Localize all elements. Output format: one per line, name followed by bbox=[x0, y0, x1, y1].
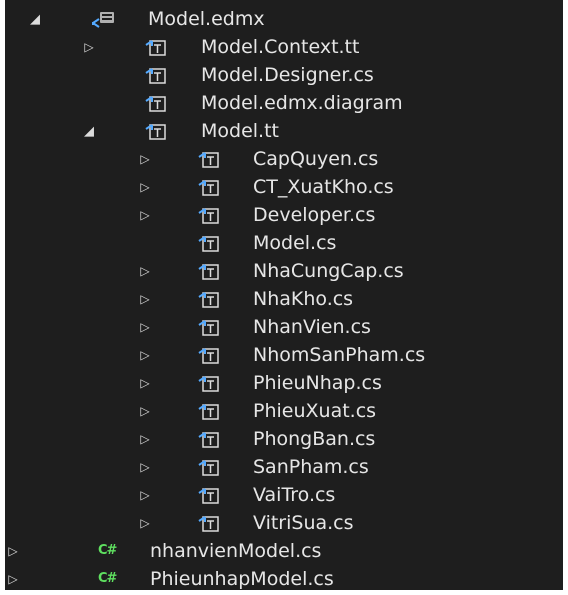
tree-item-model-context-tt[interactable]: ▷ Model.Context.tt bbox=[5, 33, 563, 61]
text-template-icon bbox=[198, 292, 219, 308]
text-template-icon bbox=[145, 96, 166, 112]
text-template-icon bbox=[198, 320, 219, 336]
collapse-arrow-icon[interactable]: ▷ bbox=[137, 145, 153, 173]
tree-item-label: PhieuNhap.cs bbox=[253, 372, 382, 394]
tree-item-nhacungcap-cs[interactable]: ▷ NhaCungCap.cs bbox=[5, 257, 563, 285]
tree-item-phieunhap-model[interactable]: ▷ C# PhieunhapModel.cs bbox=[5, 565, 563, 590]
collapse-arrow-icon[interactable]: ▷ bbox=[137, 257, 153, 285]
collapse-arrow-icon[interactable]: ▷ bbox=[137, 425, 153, 453]
solution-explorer-tree: ◢ Model.edmx ▷ Model.Context.tt Model.De… bbox=[5, 0, 563, 590]
collapse-arrow-icon[interactable]: ▷ bbox=[137, 397, 153, 425]
collapse-arrow-icon[interactable]: ▷ bbox=[137, 341, 153, 369]
text-template-icon bbox=[198, 460, 219, 476]
collapse-arrow-icon[interactable]: ▷ bbox=[137, 509, 153, 537]
tree-item-label: NhaCungCap.cs bbox=[253, 260, 404, 282]
text-template-icon bbox=[198, 348, 219, 364]
text-template-icon bbox=[145, 40, 166, 56]
text-template-icon bbox=[198, 180, 219, 196]
tree-item-nhanvien-cs[interactable]: ▷ NhanVien.cs bbox=[5, 313, 563, 341]
tree-item-model-edmx[interactable]: ◢ Model.edmx bbox=[5, 5, 563, 33]
text-template-icon bbox=[198, 404, 219, 420]
tree-item-label: VitriSua.cs bbox=[253, 512, 354, 534]
text-template-icon bbox=[145, 68, 166, 84]
text-template-icon bbox=[198, 208, 219, 224]
tree-item-label: Model.tt bbox=[201, 120, 279, 142]
text-template-icon bbox=[145, 124, 166, 140]
tree-item-phieuxuat-cs[interactable]: ▷ PhieuXuat.cs bbox=[5, 397, 563, 425]
tree-item-nhanvien-model[interactable]: ▷ C# nhanvienModel.cs bbox=[5, 537, 563, 565]
tree-item-label: Model.Context.tt bbox=[201, 36, 360, 58]
tree-item-label: NhaKho.cs bbox=[253, 288, 354, 310]
tree-item-model-designer[interactable]: Model.Designer.cs bbox=[5, 61, 563, 89]
text-template-icon bbox=[198, 432, 219, 448]
collapse-arrow-icon[interactable]: ▷ bbox=[137, 285, 153, 313]
text-template-icon bbox=[198, 264, 219, 280]
csharp-file-icon: C# bbox=[98, 571, 117, 586]
text-template-icon bbox=[198, 516, 219, 532]
tree-item-capquyen-cs[interactable]: ▷ CapQuyen.cs bbox=[5, 145, 563, 173]
text-template-icon bbox=[198, 488, 219, 504]
collapse-arrow-icon[interactable]: ▷ bbox=[81, 33, 97, 61]
collapse-arrow-icon[interactable]: ▷ bbox=[137, 481, 153, 509]
collapse-arrow-icon[interactable]: ▷ bbox=[5, 565, 21, 590]
tree-item-label: PhieuXuat.cs bbox=[253, 400, 377, 422]
tree-item-model-edmx-diagram[interactable]: Model.edmx.diagram bbox=[5, 89, 563, 117]
tree-item-model-tt[interactable]: ◢ Model.tt bbox=[5, 117, 563, 145]
tree-item-label: PhieunhapModel.cs bbox=[150, 568, 334, 590]
tree-item-label: Model.edmx bbox=[148, 8, 265, 30]
tree-item-label: SanPham.cs bbox=[253, 456, 369, 478]
tree-item-vitrisua-cs[interactable]: ▷ VitriSua.cs bbox=[5, 509, 563, 537]
collapse-arrow-icon[interactable]: ▷ bbox=[137, 173, 153, 201]
tree-item-vaitro-cs[interactable]: ▷ VaiTro.cs bbox=[5, 481, 563, 509]
tree-item-label: CT_XuatKho.cs bbox=[253, 176, 394, 198]
tree-item-ct-xuatkho-cs[interactable]: ▷ CT_XuatKho.cs bbox=[5, 173, 563, 201]
expand-arrow-icon[interactable]: ◢ bbox=[27, 5, 43, 33]
text-template-icon bbox=[198, 152, 219, 168]
tree-item-developer-cs[interactable]: ▷ Developer.cs bbox=[5, 201, 563, 229]
edmx-model-icon bbox=[92, 12, 114, 28]
collapse-arrow-icon[interactable]: ▷ bbox=[137, 369, 153, 397]
tree-item-label: CapQuyen.cs bbox=[253, 148, 379, 170]
tree-item-phongban-cs[interactable]: ▷ PhongBan.cs bbox=[5, 425, 563, 453]
collapse-arrow-icon[interactable]: ▷ bbox=[5, 537, 21, 565]
tree-item-label: Developer.cs bbox=[253, 204, 376, 226]
expand-arrow-icon[interactable]: ◢ bbox=[81, 117, 97, 145]
tree-item-label: NhomSanPham.cs bbox=[253, 344, 426, 366]
tree-item-label: Model.Designer.cs bbox=[201, 64, 374, 86]
text-template-icon bbox=[198, 376, 219, 392]
csharp-file-icon: C# bbox=[98, 543, 117, 558]
tree-item-label: NhanVien.cs bbox=[253, 316, 371, 338]
tree-item-phieunhap-cs[interactable]: ▷ PhieuNhap.cs bbox=[5, 369, 563, 397]
tree-item-label: VaiTro.cs bbox=[253, 484, 336, 506]
text-template-icon bbox=[198, 236, 219, 252]
tree-item-label: PhongBan.cs bbox=[253, 428, 376, 450]
collapse-arrow-icon[interactable]: ▷ bbox=[137, 201, 153, 229]
tree-item-sanpham-cs[interactable]: ▷ SanPham.cs bbox=[5, 453, 563, 481]
tree-item-label: Model.cs bbox=[253, 232, 337, 254]
tree-item-nhakho-cs[interactable]: ▷ NhaKho.cs bbox=[5, 285, 563, 313]
tree-item-label: nhanvienModel.cs bbox=[150, 540, 322, 562]
tree-item-nhomsanpham-cs[interactable]: ▷ NhomSanPham.cs bbox=[5, 341, 563, 369]
collapse-arrow-icon[interactable]: ▷ bbox=[137, 313, 153, 341]
tree-item-model-cs[interactable]: Model.cs bbox=[5, 229, 563, 257]
collapse-arrow-icon[interactable]: ▷ bbox=[137, 453, 153, 481]
tree-item-label: Model.edmx.diagram bbox=[201, 92, 403, 114]
